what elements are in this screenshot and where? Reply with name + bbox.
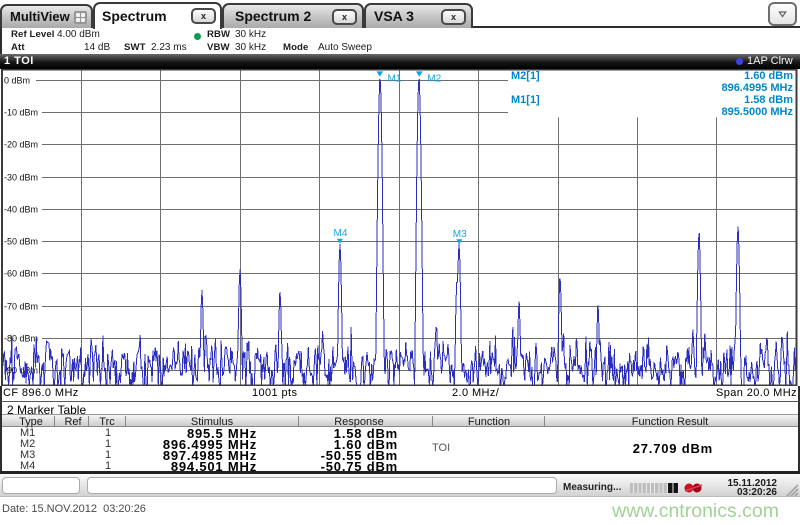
svg-text:M4: M4 bbox=[334, 228, 348, 239]
svg-text:-50 dBm: -50 dBm bbox=[4, 237, 38, 247]
svg-text:M1: M1 bbox=[388, 74, 402, 85]
svg-text:-70 dBm: -70 dBm bbox=[4, 302, 38, 312]
svg-text:0 dBm: 0 dBm bbox=[4, 76, 30, 86]
svg-text:-20 dBm: -20 dBm bbox=[4, 140, 38, 150]
svg-text:-80 dBm: -80 dBm bbox=[4, 334, 38, 344]
svg-text:-40 dBm: -40 dBm bbox=[4, 205, 38, 215]
svg-text:-10 dBm: -10 dBm bbox=[4, 108, 38, 118]
svg-text:M3: M3 bbox=[453, 229, 467, 240]
svg-text:-30 dBm: -30 dBm bbox=[4, 173, 38, 183]
svg-text:M2: M2 bbox=[427, 74, 441, 85]
svg-text:-60 dBm: -60 dBm bbox=[4, 269, 38, 279]
